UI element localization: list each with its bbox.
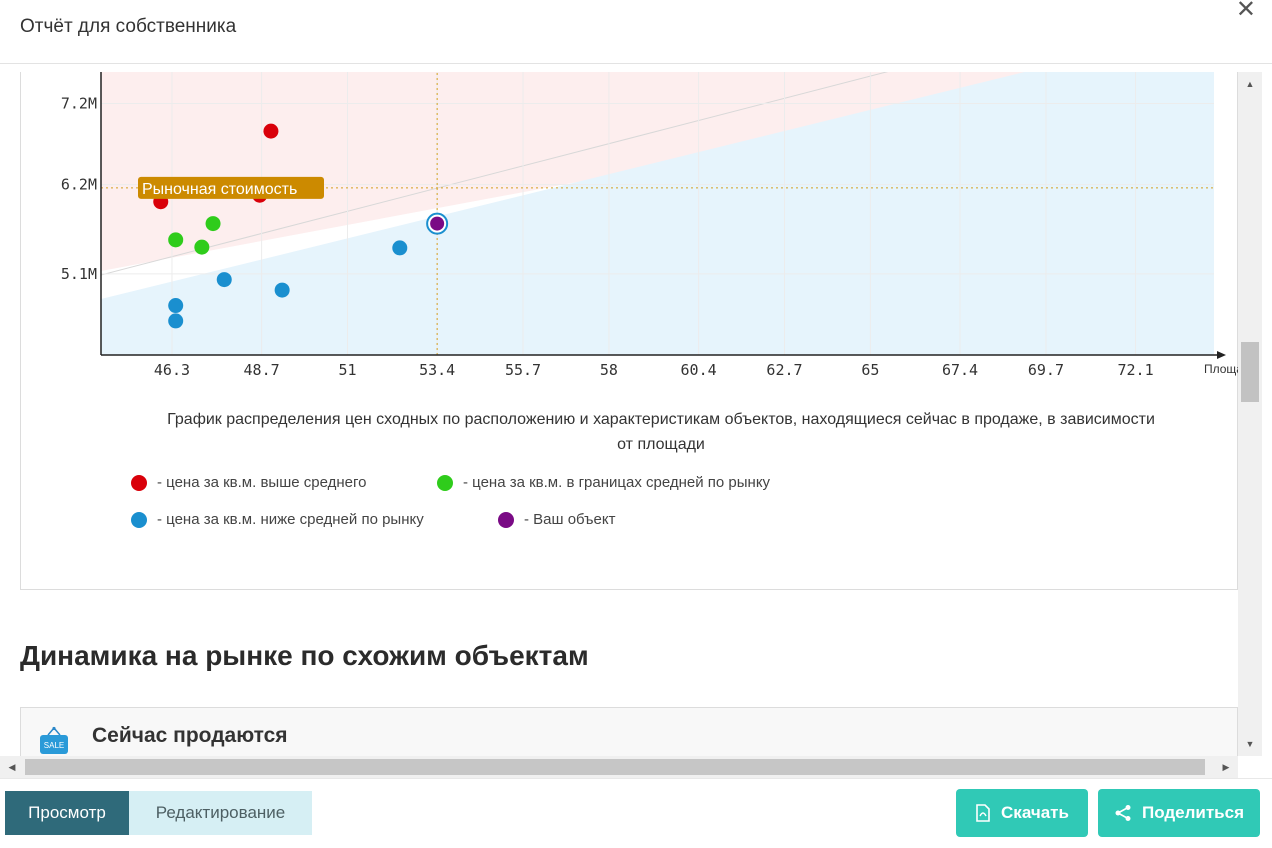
price-distribution-card: 46.3 48.7 51 53.4 55.7 58 60.4 62.7 65 67.4 69.7 72… — [20, 72, 1238, 590]
legend-item-below: - цена за кв.м. ниже средней по рынку — [131, 511, 424, 528]
plot-area — [101, 72, 1214, 355]
x-tick-label: 69.7 — [1028, 361, 1064, 379]
y-tick-label: 6.2M — [61, 176, 97, 194]
pdf-file-icon — [976, 804, 990, 822]
x-tick-label: 53.4 — [419, 361, 455, 379]
legend-item-yours: - Ваш объект — [498, 511, 615, 528]
currently-selling-title: Сейчас продаются — [92, 724, 288, 747]
svg-text:SALE: SALE — [44, 741, 64, 750]
y-tick-label: 7.2M — [61, 95, 97, 113]
x-tick-label: 67.4 — [942, 361, 978, 379]
currently-selling-card: SALE Сейчас продаются — [20, 707, 1238, 756]
point-above — [263, 123, 279, 139]
share-button[interactable]: Поделиться — [1098, 789, 1260, 837]
x-tick-label: 48.7 — [244, 361, 280, 379]
scroll-down-icon[interactable]: ▼ — [1238, 732, 1262, 756]
legend-dot-blue-icon — [131, 511, 147, 528]
point-within — [205, 216, 221, 232]
vertical-scrollbar[interactable]: ▲ ▼ — [1238, 72, 1262, 756]
legend-dot-green-icon — [437, 474, 453, 491]
point-within — [194, 239, 210, 255]
x-tick-label: 51 — [338, 361, 356, 379]
x-tick-label: 55.7 — [505, 361, 541, 379]
x-axis-label: Площадь — [1204, 362, 1238, 376]
scroll-right-icon[interactable]: ▶ — [1214, 756, 1238, 778]
point-below — [392, 240, 408, 256]
edit-tab[interactable]: Редактирование — [129, 791, 312, 835]
modal-footer: Просмотр Редактирование Скачать Поделить… — [0, 778, 1272, 848]
view-tab[interactable]: Просмотр — [5, 791, 129, 835]
x-tick-label: 65 — [861, 361, 879, 379]
point-below — [168, 313, 184, 329]
point-below — [274, 282, 290, 298]
legend-dot-red-icon — [131, 474, 147, 491]
x-tick-label: 46.3 — [154, 361, 190, 379]
legend-dot-purple-icon — [498, 511, 514, 528]
legend-item-above: - цена за кв.м. выше среднего — [131, 474, 366, 491]
download-button[interactable]: Скачать — [956, 789, 1088, 837]
close-icon[interactable]: ✕ — [1236, 0, 1256, 22]
legend-label: - Ваш объект — [524, 511, 616, 528]
share-icon — [1115, 805, 1131, 821]
point-within — [168, 232, 184, 248]
sale-tag-icon: SALE — [40, 726, 68, 754]
modal-title: Отчёт для собственника — [20, 16, 237, 37]
legend-item-within: - цена за кв.м. в границах средней по ры… — [437, 474, 770, 491]
chart-caption: График распределения цен сходных по расп… — [167, 411, 1155, 453]
horizontal-scroll-thumb[interactable] — [25, 759, 1205, 775]
x-tick-label: 72.1 — [1118, 361, 1154, 379]
legend-label: - цена за кв.м. ниже средней по рынку — [157, 511, 424, 528]
x-tick-label: 58 — [600, 361, 618, 379]
x-tick-label: 62.7 — [766, 361, 802, 379]
owner-report-modal: Отчёт для собственника ✕ 46.3 48.7 51 53.4 5… — [0, 0, 1272, 848]
market-dynamics-heading: Динамика на рынке по схожим объектам — [20, 640, 589, 671]
vertical-scroll-thumb[interactable] — [1241, 342, 1259, 402]
report-scroll-area: 46.3 48.7 51 53.4 55.7 58 60.4 62.7 65 67.4 69.7 72… — [0, 72, 1238, 756]
modal-header: Отчёт для собственника ✕ — [0, 0, 1272, 64]
point-below — [216, 272, 232, 288]
x-axis-arrow-icon — [1217, 351, 1226, 359]
market-value-label: Рыночная стоимость — [142, 181, 297, 198]
scroll-left-icon[interactable]: ◀ — [0, 756, 24, 778]
legend-label: - цена за кв.м. выше среднего — [157, 474, 367, 491]
y-tick-label: 5.1M — [61, 265, 97, 283]
horizontal-scrollbar[interactable]: ◀ ▶ — [0, 756, 1238, 778]
share-label: Поделиться — [1141, 803, 1245, 822]
download-label: Скачать — [1001, 803, 1069, 822]
point-yours — [430, 216, 445, 231]
legend-label: - цена за кв.м. в границах средней по ры… — [463, 474, 771, 491]
scroll-up-icon[interactable]: ▲ — [1238, 72, 1262, 96]
point-below — [168, 298, 184, 314]
x-tick-label: 60.4 — [681, 361, 717, 379]
